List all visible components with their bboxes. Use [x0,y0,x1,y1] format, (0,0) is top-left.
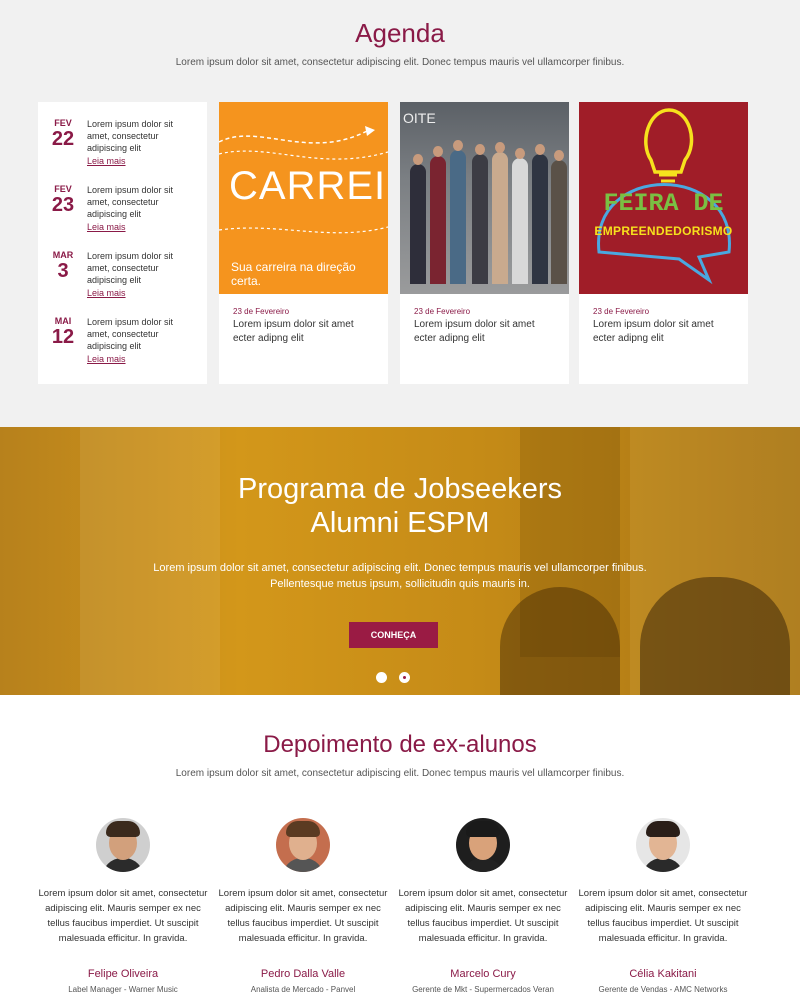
person-shape [512,158,528,284]
banner-title-line2: Alumni ESPM [310,507,490,539]
event-read-more-link[interactable]: Leia mais [87,354,126,364]
event-day: 23 [51,194,75,216]
person-head [413,154,423,165]
testimonial-name: Célia Kakitani [629,968,697,980]
person-head [535,144,545,155]
event-card[interactable]: FEIRA DE EMPREENDEDORISMO 23 de Fevereir… [579,102,748,384]
avatar-torso [642,858,684,872]
person-head [554,150,564,161]
event-text: Lorem ipsum dolor sit amet, consectetur … [87,317,174,351]
carreiras-image: CARREIRAS Sua carreira na direção certa. [219,102,388,294]
testimonial-name: Pedro Dalla Valle [260,968,346,980]
agenda-title: Agenda [355,18,445,48]
banner-person-silhouette [640,577,790,695]
avatar [276,818,330,872]
person-shape [430,156,446,284]
card-date: 23 de Fevereiro [414,307,471,316]
event-day: 3 [57,260,69,282]
feira-image: FEIRA DE EMPREENDEDORISMO [579,102,748,294]
event-item: FEV 23 Lorem ipsum dolor sit amet, conse… [38,184,207,244]
testimonial-quote: Lorem ipsum dolor sit amet, consectetur … [38,888,208,944]
person-shape [472,154,488,284]
conheca-button[interactable]: CONHEÇA [349,622,438,648]
feira-tagline: EMPREENDEDORISMO [594,224,733,238]
events-list: FEV 22 Lorem ipsum dolor sit amet, conse… [38,102,207,384]
avatar-hair [646,821,680,837]
testimonial-role: Gerente de Vendas - AMC Networks [598,985,728,994]
card-date: 23 de Fevereiro [593,307,650,316]
testimonials-title: Depoimento de ex-alunos [263,731,537,758]
event-month: FEV [54,118,72,128]
event-item: MAI 12 Lorem ipsum dolor sit amet, conse… [38,316,207,376]
testimonial-name: Marcelo Cury [450,968,516,980]
person-head [433,146,443,157]
avatar [96,818,150,872]
testimonial-quote: Lorem ipsum dolor sit amet, consectetur … [218,888,388,944]
agenda-subtitle: Lorem ipsum dolor sit amet, consectetur … [175,57,625,68]
event-card[interactable]: OITE 23 de Fevereiro Lorem ipsum dolor s… [400,102,569,384]
testimonial-role: Analista de Mercado - Panvel [250,985,356,994]
avatar-torso [282,858,324,872]
person-shape [532,154,548,284]
person-shape [492,152,508,284]
carousel-dot-active[interactable] [399,672,410,683]
person-head [495,142,505,153]
testimonial-role: Label Manager - Warner Music [68,985,178,994]
banner-person-silhouette [500,587,620,695]
event-card[interactable]: CARREIRAS Sua carreira na direção certa.… [219,102,388,384]
avatar-hair [106,821,140,837]
testimonial-quote: Lorem ipsum dolor sit amet, consectetur … [578,888,748,944]
group-photo-image: OITE [400,102,569,294]
person-shape [551,160,567,284]
person-shape [450,150,466,284]
hero-banner: Programa de Jobseekers Alumni ESPM Lorem… [0,427,800,695]
avatar-hair [286,821,320,837]
carreiras-word: CARREIRAS [229,164,388,208]
event-read-more-link[interactable]: Leia mais [87,288,126,298]
testimonials-subtitle: Lorem ipsum dolor sit amet, consectetur … [175,768,625,779]
testimonial-quote: Lorem ipsum dolor sit amet, consectetur … [398,888,568,944]
event-item: FEV 22 Lorem ipsum dolor sit amet, conse… [38,118,207,178]
avatar-torso [462,858,504,872]
banner-title: Programa de Jobseekers Alumni ESPM [0,472,800,540]
avatar [456,818,510,872]
event-read-more-link[interactable]: Leia mais [87,156,126,166]
event-text: Lorem ipsum dolor sit amet, consectetur … [87,251,174,285]
card-text: Lorem ipsum dolor sit amet ecter adipng … [414,319,535,344]
carreiras-tagline: Sua carreira na direção certa. [231,260,356,288]
person-head [475,144,485,155]
banner-description: Lorem ipsum dolor sit amet, consectetur … [153,562,647,590]
event-month: MAR [52,250,74,260]
event-day: 12 [51,326,75,348]
person-head [515,148,525,159]
testimonial-role: Gerente de Mkt - Supermercados Veran [412,985,554,994]
card-text: Lorem ipsum dolor sit amet ecter adipng … [593,319,714,344]
event-text: Lorem ipsum dolor sit amet, consectetur … [87,185,174,219]
photo-sign-text: OITE [403,110,436,126]
avatar-hair [466,821,500,837]
card-date: 23 de Fevereiro [233,307,290,316]
avatar-torso [102,858,144,872]
event-item: MAR 3 Lorem ipsum dolor sit amet, consec… [38,250,207,310]
carousel-dot[interactable] [376,672,387,683]
avatar [636,818,690,872]
event-month: MAI [54,316,72,326]
card-text: Lorem ipsum dolor sit amet ecter adipng … [233,319,354,344]
testimonials-section: Depoimento de ex-alunos Lorem ipsum dolo… [0,695,800,1000]
person-head [453,140,463,151]
event-read-more-link[interactable]: Leia mais [87,222,126,232]
testimonial-name: Felipe Oliveira [87,968,159,980]
event-text: Lorem ipsum dolor sit amet, consectetur … [87,119,174,153]
person-shape [410,164,426,284]
event-month: FEV [54,184,72,194]
event-day: 22 [51,128,75,150]
banner-title-line1: Programa de Jobseekers [238,473,562,505]
feira-word: FEIRA DE [603,189,724,218]
agenda-section: Agenda Lorem ipsum dolor sit amet, conse… [0,0,800,427]
